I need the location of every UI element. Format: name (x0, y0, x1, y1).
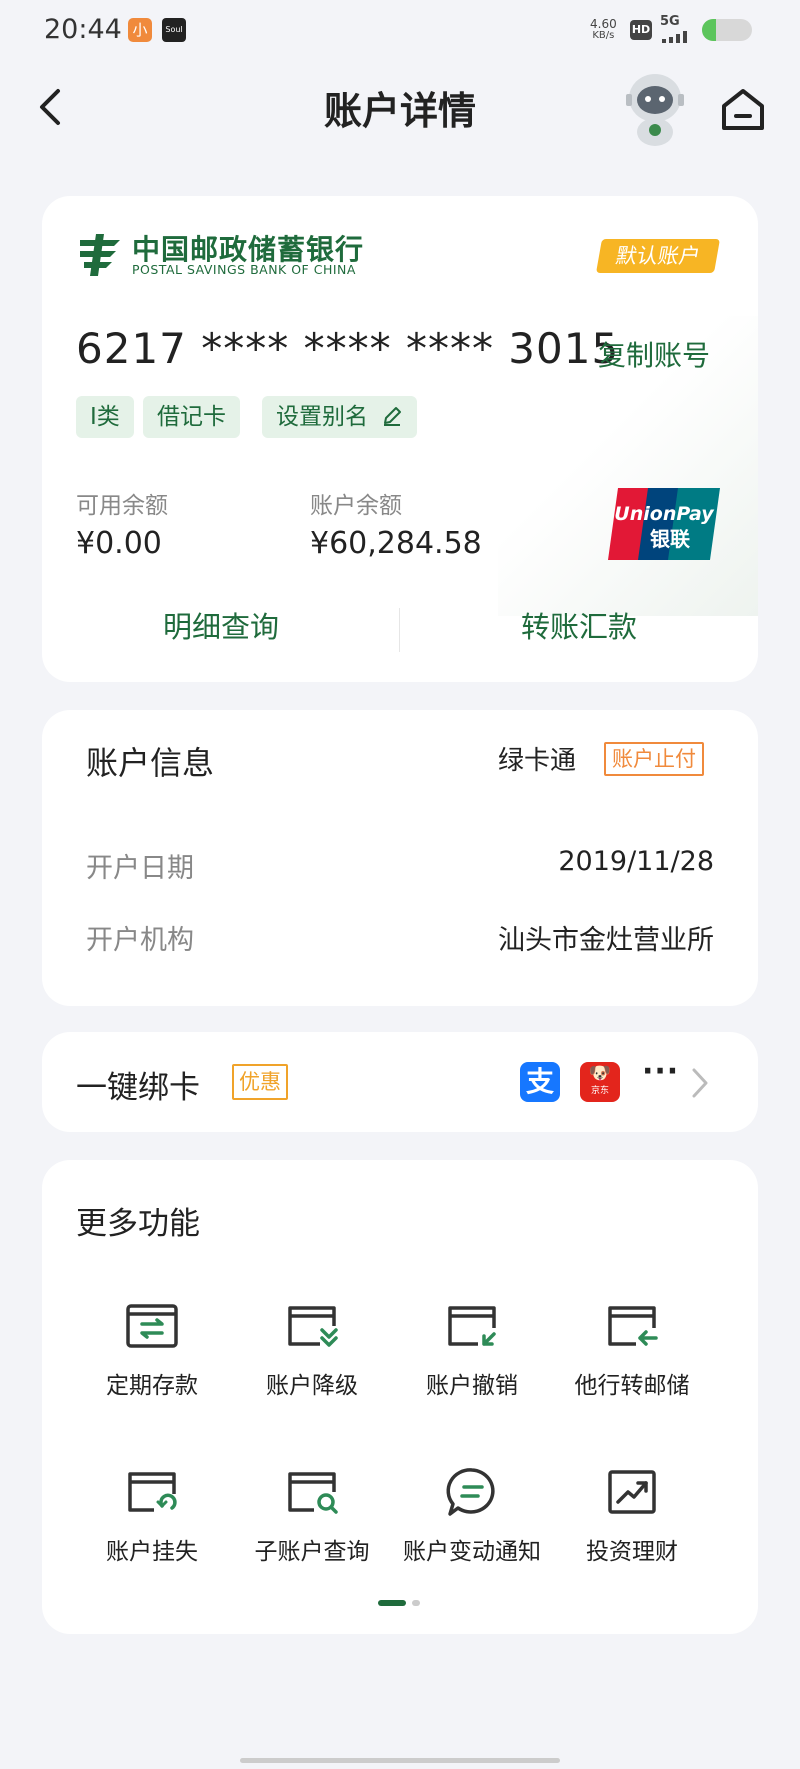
account-downgrade-icon (288, 1306, 338, 1347)
jd-label: 京东 (590, 1086, 609, 1096)
robot-assistant-icon[interactable] (620, 70, 690, 146)
account-info-title: 账户信息 (86, 744, 215, 782)
more-functions-card: 更多功能 定期存款 账户降级 账户撤销 他行转邮储 账户挂失 子账户查询 账户变… (42, 1160, 758, 1634)
battery-icon (702, 19, 752, 41)
card-product-label: 绿卡通 (498, 746, 577, 776)
account-class-tag: I类 (76, 396, 134, 438)
one-click-bind-row[interactable]: 一键绑卡 优惠 支 🐶 京东 ··· (42, 1032, 758, 1132)
set-alias-button[interactable]: 设置别名 (262, 396, 418, 438)
open-date-label: 开户日期 (86, 853, 194, 884)
edit-pencil-icon (384, 407, 402, 426)
signal-bars-icon (662, 31, 687, 43)
svg-text:银联: 银联 (650, 527, 690, 551)
func-sub-account-search[interactable]: 子账户查询 (232, 1466, 392, 1566)
set-alias-label: 设置别名 (276, 404, 368, 430)
func-change-notify[interactable]: 账户变动通知 (392, 1466, 552, 1566)
card-number: 6217 **** **** **** 3015 (76, 324, 620, 373)
psbc-logo-icon (76, 232, 124, 278)
account-card: 中国邮政储蓄银行 POSTAL SAVINGS BANK OF CHINA 默认… (42, 196, 758, 682)
available-balance-value: ¥0.00 (76, 526, 162, 561)
report-loss-icon (128, 1472, 177, 1512)
chevron-right-icon (692, 1068, 708, 1098)
home-button[interactable] (718, 84, 768, 134)
notification-soul-icon: Soul (162, 18, 186, 42)
sub-account-search-icon (288, 1472, 338, 1514)
func-label: 账户挂失 (106, 1539, 198, 1565)
bind-card-title: 一键绑卡 (76, 1070, 200, 1106)
transaction-details-button[interactable]: 明细查询 (42, 604, 400, 646)
network-speed-value: 4.60 (590, 17, 617, 31)
notification-app-icon: 小 (128, 18, 152, 42)
status-time: 20:44 (44, 14, 122, 45)
func-label: 账户撤销 (426, 1373, 518, 1399)
func-investment[interactable]: 投资理财 (552, 1466, 712, 1566)
hd-icon: HD (630, 20, 652, 40)
account-cancel-icon (448, 1306, 496, 1346)
network-type: 5G (660, 14, 680, 29)
account-balance-label: 账户余额 (310, 493, 402, 519)
func-report-loss[interactable]: 账户挂失 (72, 1466, 232, 1566)
transfer-button[interactable]: 转账汇款 (400, 604, 758, 646)
unionpay-logo-icon: UnionPay 银联 (608, 488, 720, 560)
func-label: 子账户查询 (254, 1539, 370, 1565)
fixed-deposit-icon (126, 1304, 178, 1348)
account-balance-value: ¥60,284.58 (310, 526, 482, 561)
func-label: 他行转邮储 (574, 1373, 690, 1399)
transfer-in-icon (608, 1306, 658, 1346)
home-icon (722, 89, 764, 130)
copy-account-button[interactable]: 复制账号 (598, 334, 710, 374)
open-date-value: 2019/11/28 (558, 846, 714, 877)
func-account-cancel[interactable]: 账户撤销 (392, 1300, 552, 1400)
jd-icon: 🐶 京东 (580, 1062, 620, 1102)
open-branch-value: 汕头市金灶营业所 (498, 925, 714, 956)
page-indicator-inactive (412, 1600, 420, 1606)
alipay-icon: 支 (520, 1062, 560, 1102)
page-indicator-active (378, 1600, 406, 1606)
network-speed: 4.60 KB/s (590, 18, 617, 42)
investment-icon (608, 1470, 656, 1514)
func-fixed-deposit[interactable]: 定期存款 (72, 1300, 232, 1400)
available-balance-label: 可用余额 (76, 493, 168, 519)
func-account-downgrade[interactable]: 账户降级 (232, 1300, 392, 1400)
func-label: 定期存款 (106, 1373, 198, 1399)
svg-text:UnionPay: UnionPay (614, 503, 715, 525)
func-transfer-in[interactable]: 他行转邮储 (552, 1300, 712, 1400)
func-label: 投资理财 (586, 1539, 678, 1565)
status-badge: 账户止付 (604, 742, 704, 776)
network-speed-unit: KB/s (592, 30, 615, 41)
bank-name-en: POSTAL SAVINGS BANK OF CHINA (132, 262, 356, 277)
func-label: 账户降级 (266, 1373, 358, 1399)
change-notify-icon (446, 1468, 495, 1516)
signal-icon: 5G (660, 14, 696, 43)
home-indicator[interactable] (240, 1758, 560, 1763)
func-label: 账户变动通知 (403, 1539, 541, 1565)
default-account-badge: 默认账户 (596, 239, 720, 273)
more-functions-title: 更多功能 (76, 1206, 200, 1242)
promo-badge: 优惠 (232, 1064, 288, 1100)
open-branch-label: 开户机构 (86, 925, 194, 956)
card-type-tag: 借记卡 (143, 396, 240, 438)
account-info-card: 账户信息 绿卡通 账户止付 开户日期 2019/11/28 开户机构 汕头市金灶… (42, 710, 758, 1006)
more-dots-icon: ··· (642, 1054, 680, 1089)
